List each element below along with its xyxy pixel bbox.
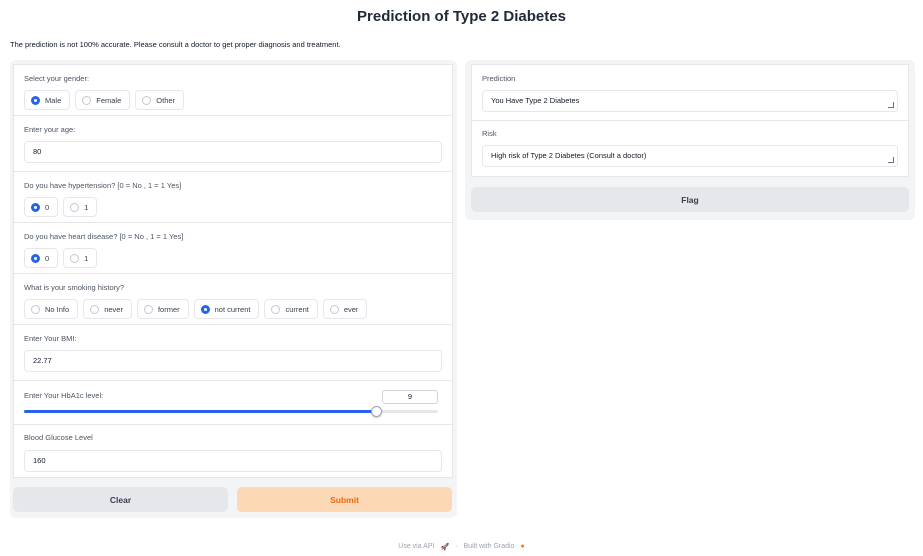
input-card: Select your gender: Male Female Other En… — [13, 64, 453, 478]
age-input[interactable]: 80 — [24, 141, 442, 163]
prediction-output: You Have Type 2 Diabetes — [482, 90, 898, 112]
submit-button[interactable]: Submit — [237, 487, 452, 512]
hba1c-number-input[interactable]: 9 — [382, 390, 438, 404]
flag-button[interactable]: Flag — [471, 187, 909, 212]
resize-handle-icon[interactable] — [888, 102, 894, 108]
radio-icon — [31, 304, 40, 314]
glucose-field: Blood Glucose Level 160 — [14, 425, 452, 479]
gender-option-female[interactable]: Female — [75, 90, 131, 110]
prediction-label: Prediction — [482, 74, 516, 83]
radio-icon — [143, 304, 153, 314]
page-title: Prediction of Type 2 Diabetes — [357, 8, 566, 25]
hypertension-label: Do you have hypertension? [0 = No , 1 = … — [24, 181, 182, 190]
radio-icon — [271, 304, 281, 314]
bmi-input[interactable]: 22.77 — [24, 350, 442, 372]
smoking-radio-group: No Info never former not current current… — [24, 299, 368, 319]
hba1c-slider-handle[interactable] — [370, 406, 382, 417]
risk-field: Risk High risk of Type 2 Diabetes (Consu… — [472, 121, 908, 178]
radio-selected-icon — [31, 253, 40, 263]
use-via-api-link[interactable]: Use via API — [398, 543, 434, 551]
heart-disease-radio-group: 0 1 — [24, 248, 98, 268]
footer: Use via API 🚀 · Built with Gradio ● — [0, 543, 923, 551]
gender-option-male[interactable]: Male — [24, 90, 71, 110]
age-label: Enter your age: — [24, 125, 76, 134]
gender-label: Select your gender: — [24, 74, 90, 83]
input-panel: Select your gender: Male Female Other En… — [10, 60, 457, 518]
smoking-option-former[interactable]: former — [136, 299, 189, 319]
hba1c-slider[interactable] — [24, 406, 438, 417]
disclaimer-text: The prediction is not 100% accurate. Ple… — [10, 40, 341, 49]
resize-handle-icon[interactable] — [888, 157, 894, 163]
smoking-option-ever[interactable]: ever — [322, 299, 368, 319]
smoking-option-current[interactable]: current — [264, 299, 318, 319]
rocket-icon: 🚀 — [440, 544, 450, 551]
bmi-field: Enter Your BMI: 22.77 — [14, 325, 452, 381]
gender-option-other[interactable]: Other — [135, 90, 185, 110]
heart-disease-field: Do you have heart disease? [0 = No , 1 =… — [14, 223, 452, 274]
glucose-label: Blood Glucose Level — [24, 433, 93, 442]
smoking-option-not-current[interactable]: not current — [193, 299, 260, 319]
radio-icon — [329, 304, 339, 314]
hba1c-label: Enter Your HbA1c level: — [24, 391, 104, 400]
glucose-input[interactable]: 160 — [24, 450, 442, 472]
risk-label: Risk — [482, 129, 497, 138]
radio-selected-icon — [31, 95, 40, 105]
age-field: Enter your age: 80 — [14, 116, 452, 172]
output-card: Prediction You Have Type 2 Diabetes Risk… — [471, 64, 909, 177]
hypertension-option-1[interactable]: 1 — [63, 197, 98, 217]
hba1c-slider-fill — [24, 410, 376, 413]
heart-disease-option-1[interactable]: 1 — [63, 248, 98, 268]
prediction-field: Prediction You Have Type 2 Diabetes — [472, 65, 908, 121]
hba1c-field: Enter Your HbA1c level: 9 — [14, 381, 452, 425]
radio-icon — [142, 95, 152, 105]
gender-field: Select your gender: Male Female Other — [14, 65, 452, 116]
gender-radio-group: Male Female Other — [24, 90, 185, 110]
radio-icon — [70, 202, 80, 212]
heart-disease-label: Do you have heart disease? [0 = No , 1 =… — [24, 232, 184, 241]
hypertension-radio-group: 0 1 — [24, 197, 98, 217]
hypertension-option-0[interactable]: 0 — [24, 197, 59, 217]
radio-selected-icon — [31, 202, 40, 212]
smoking-field: What is your smoking history? No Info ne… — [14, 274, 452, 325]
built-with-gradio-link[interactable]: Built with Gradio — [464, 543, 515, 551]
smoking-option-never[interactable]: never — [83, 299, 132, 319]
heart-disease-option-0[interactable]: 0 — [24, 248, 59, 268]
gradio-logo-icon: ● — [520, 543, 525, 550]
smoking-option-no-info[interactable]: No Info — [24, 299, 79, 319]
smoking-label: What is your smoking history? — [24, 283, 125, 292]
bmi-label: Enter Your BMI: — [24, 334, 77, 343]
radio-icon — [70, 253, 80, 263]
output-panel: Prediction You Have Type 2 Diabetes Risk… — [465, 60, 915, 220]
radio-selected-icon — [200, 304, 210, 314]
clear-button[interactable]: Clear — [13, 487, 228, 512]
risk-output: High risk of Type 2 Diabetes (Consult a … — [482, 145, 898, 167]
radio-icon — [82, 95, 92, 105]
radio-icon — [90, 304, 100, 314]
hypertension-field: Do you have hypertension? [0 = No , 1 = … — [14, 172, 452, 223]
footer-separator: · — [455, 543, 458, 550]
